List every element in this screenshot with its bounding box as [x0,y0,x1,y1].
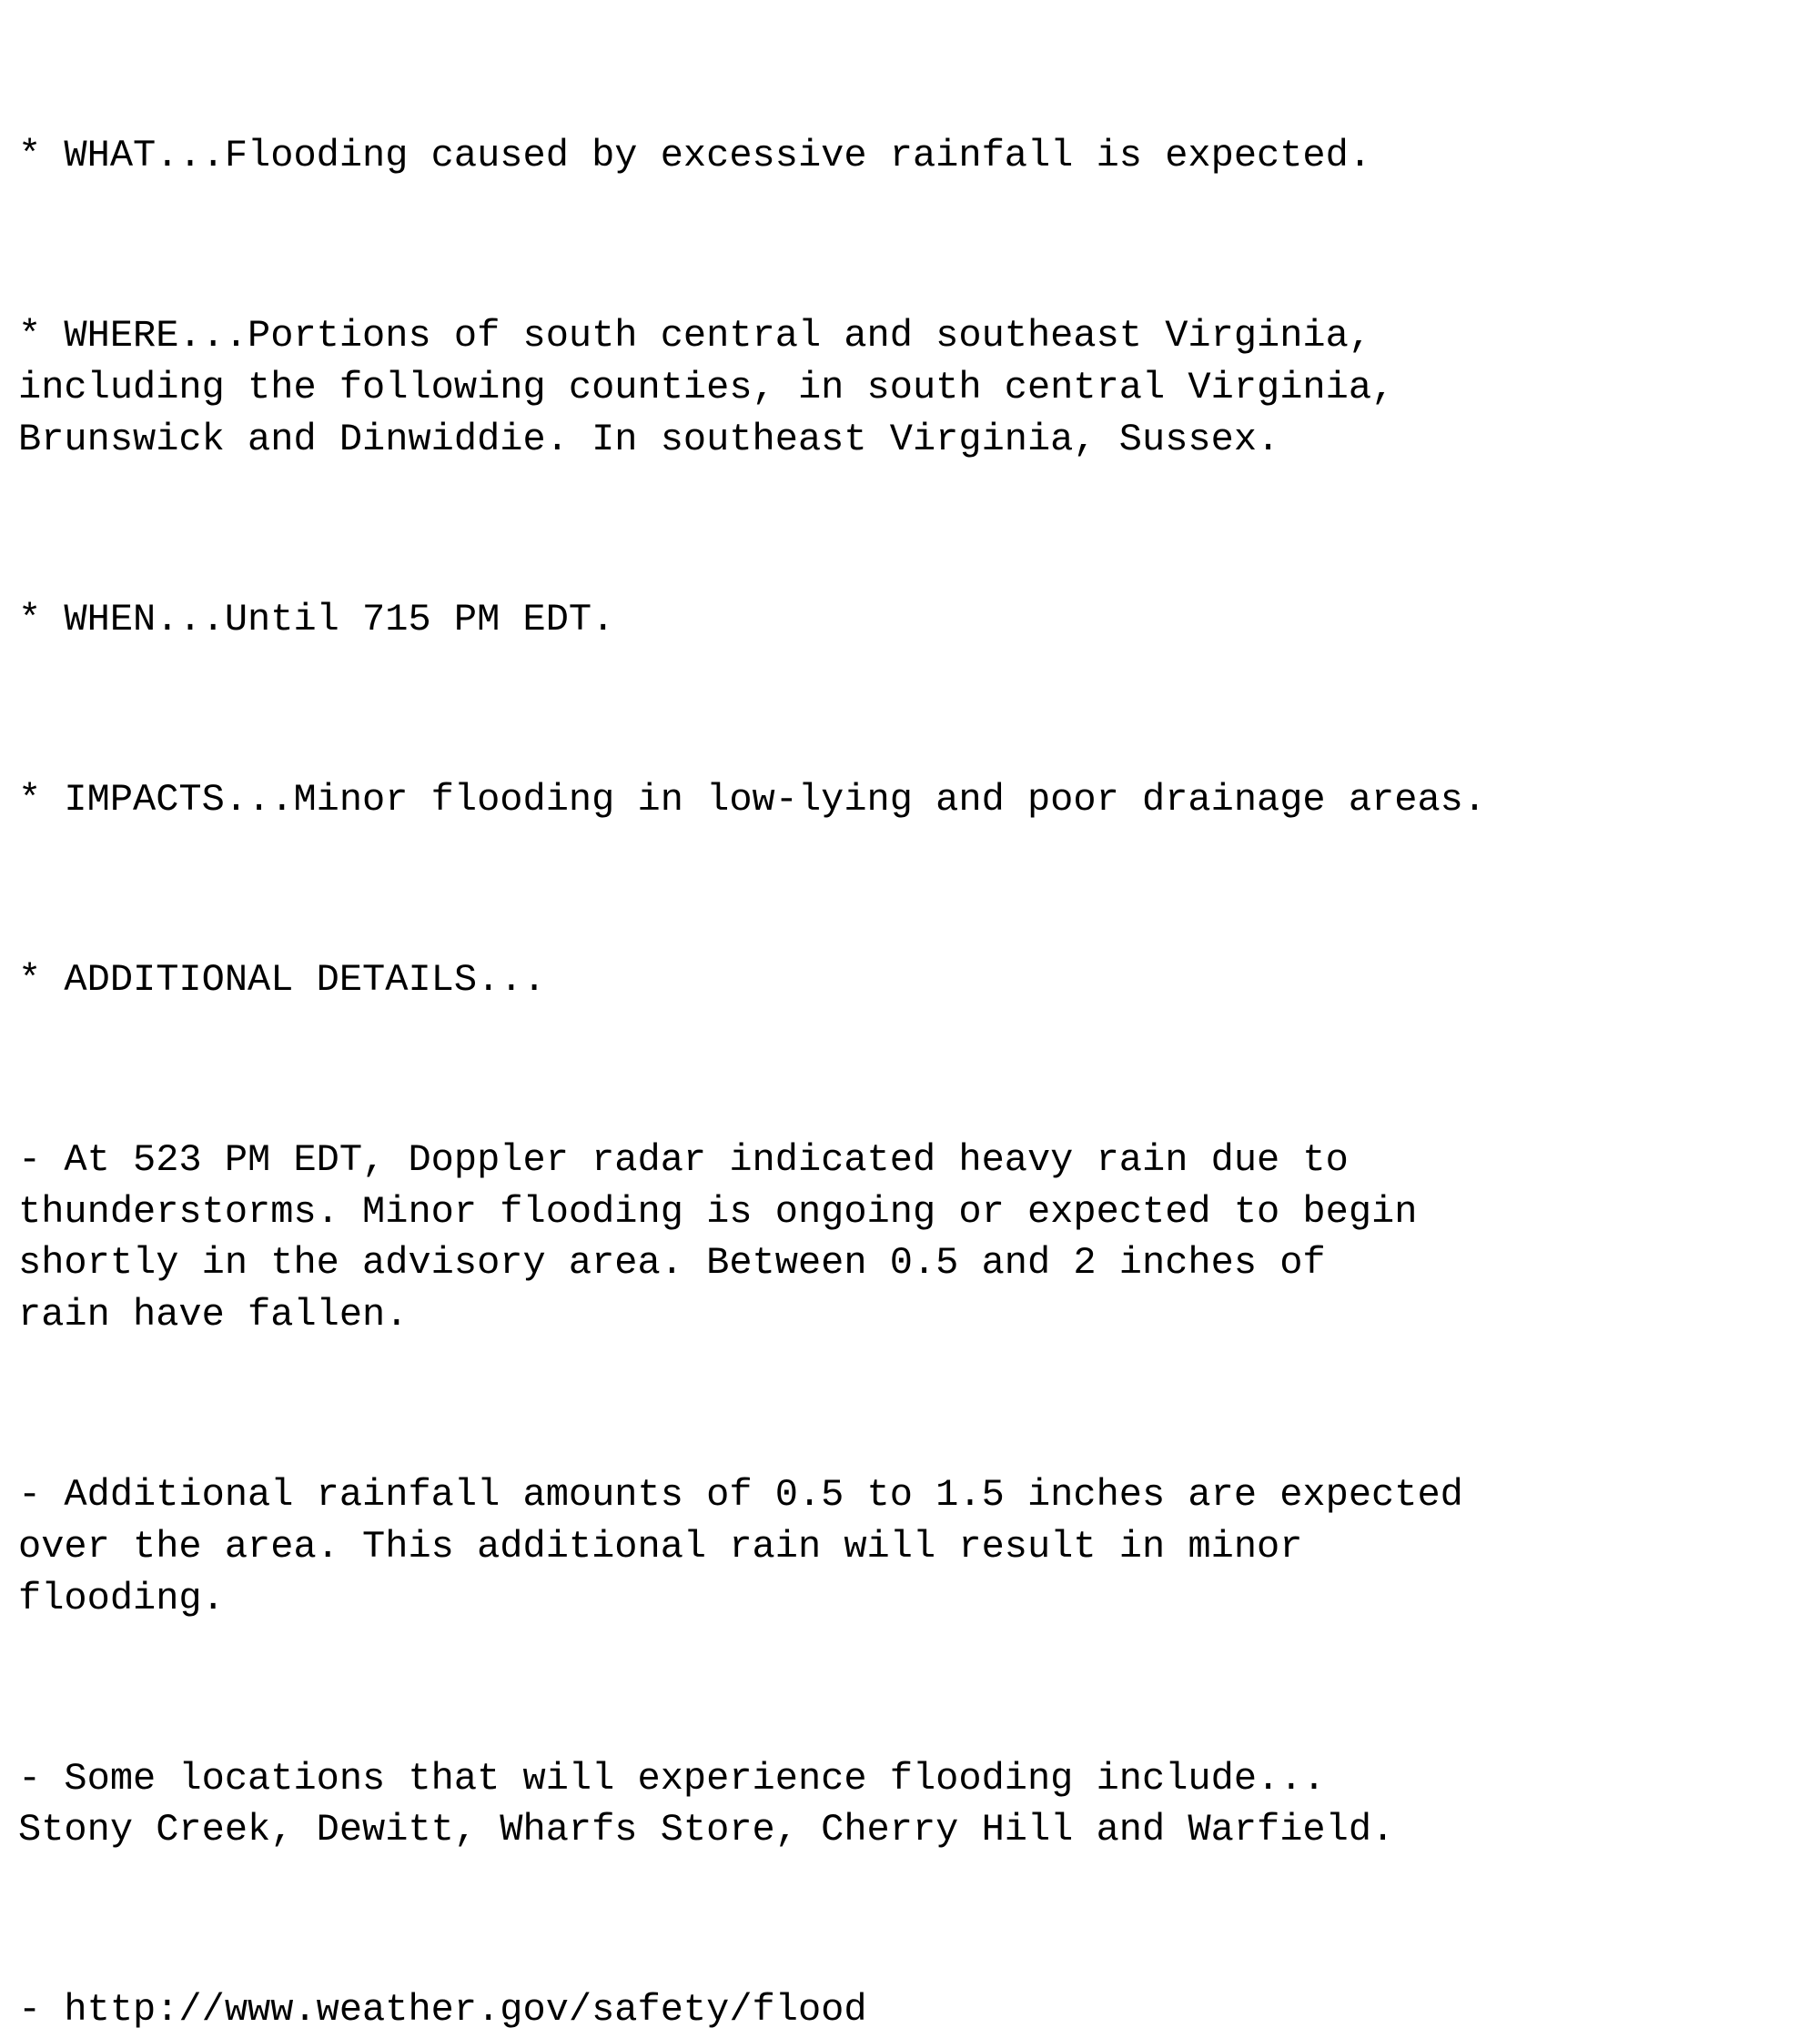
where-section: * WHERE...Portions of south central and … [18,310,1802,465]
detail-2: - Additional rainfall amounts of 0.5 to … [18,1469,1802,1624]
what-section: * WHAT...Flooding caused by excessive ra… [18,130,1802,182]
impacts-section: * IMPACTS...Minor flooding in low-lying … [18,774,1802,826]
weather-alert-content: * WHAT...Flooding caused by excessive ra… [18,27,1802,2038]
detail-4: - http://www.weather.gov/safety/flood [18,1984,1802,2036]
detail-1: - At 523 PM EDT, Doppler radar indicated… [18,1135,1802,1341]
additional-header: * ADDITIONAL DETAILS... [18,954,1802,1006]
when-section: * WHEN...Until 715 PM EDT. [18,594,1802,646]
detail-3: - Some locations that will experience fl… [18,1753,1802,1856]
